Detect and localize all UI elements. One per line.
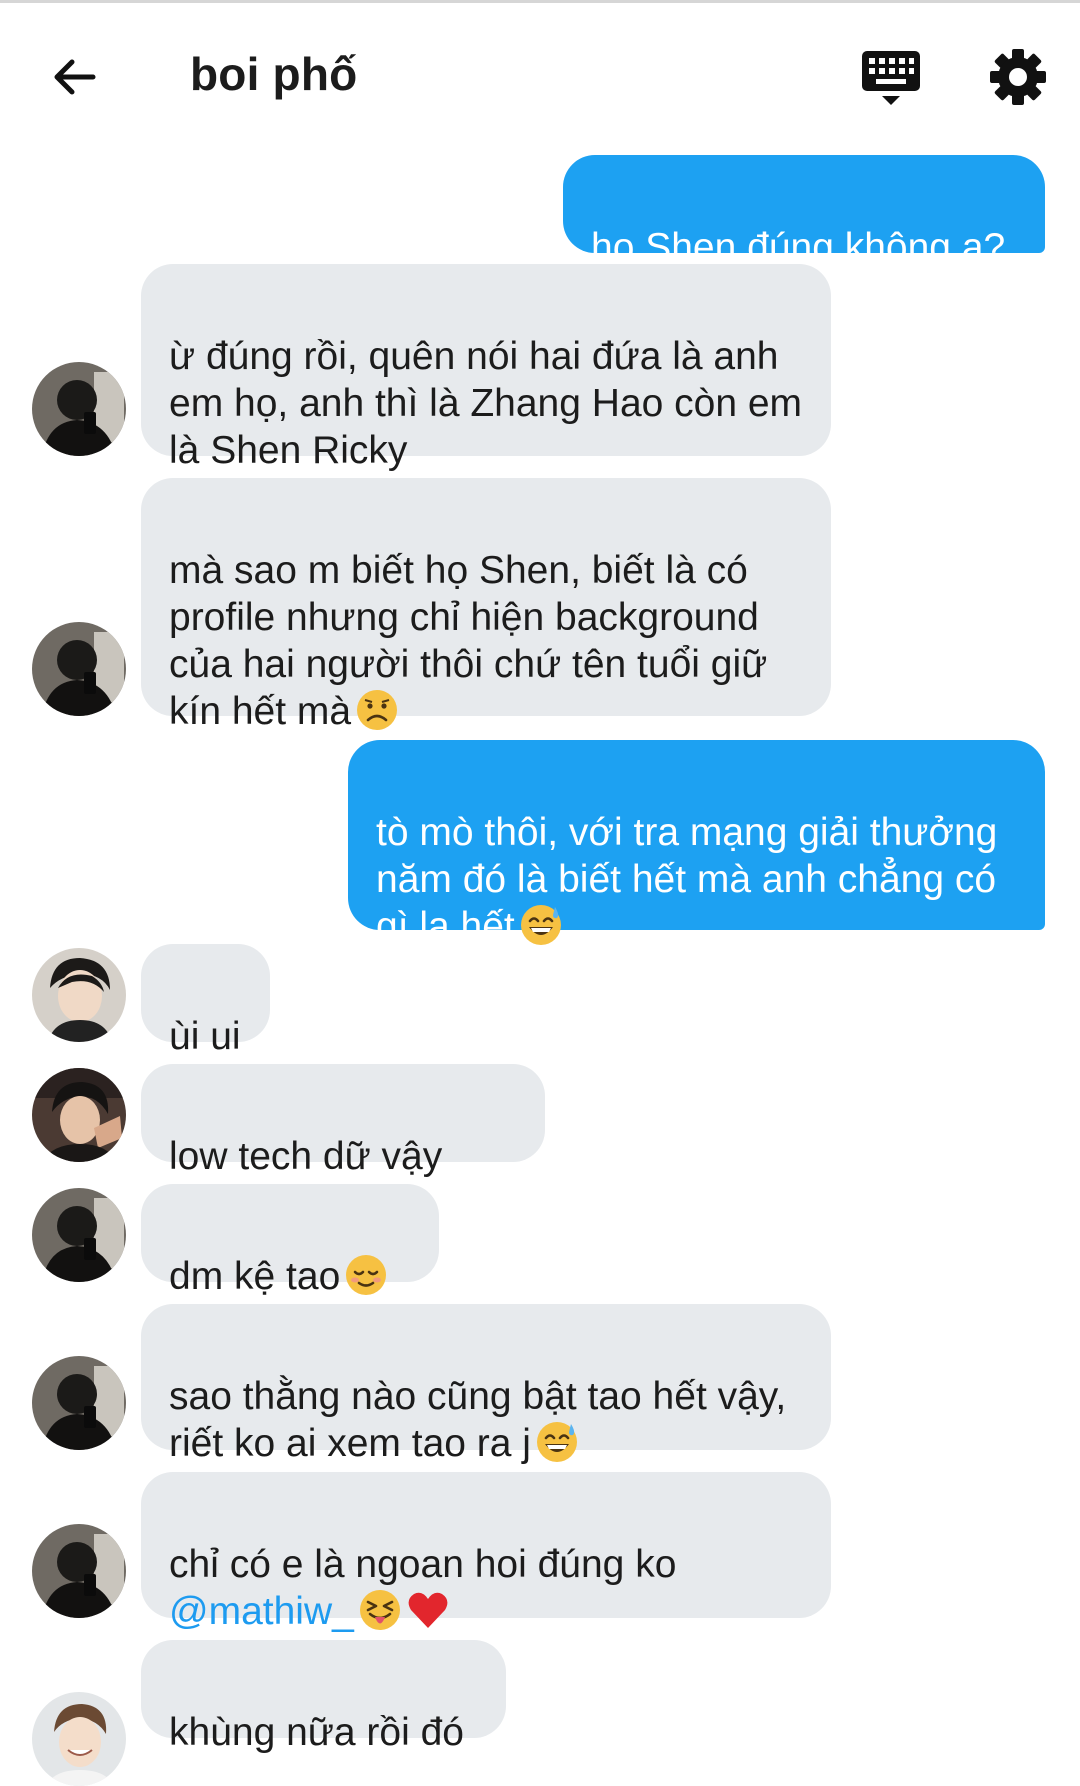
- message-text: khùng nữa rồi đó: [169, 1711, 464, 1754]
- message-text: ùi ui: [169, 1015, 241, 1058]
- incoming-message[interactable]: sao thằng nào cũng bật tao hết vậy, riết…: [141, 1304, 831, 1465]
- message-text: chỉ có e là ngoan hoi đúng ko: [169, 1543, 677, 1586]
- avatar[interactable]: [32, 948, 126, 1042]
- message-text: họ Shen đúng không ạ?: [591, 226, 1006, 269]
- outgoing-message[interactable]: tò mò thôi, với tra mạng giải thưởng năm…: [348, 740, 1045, 948]
- sweat-smile-icon: [535, 1420, 579, 1464]
- avatar[interactable]: [32, 622, 126, 716]
- tongue-wink-icon: [358, 1588, 402, 1632]
- page-title: boi phố: [190, 48, 358, 100]
- avatar[interactable]: [32, 1356, 126, 1450]
- back-button[interactable]: [44, 47, 104, 107]
- settings-button[interactable]: [988, 47, 1048, 107]
- incoming-message[interactable]: low tech dữ vậy ba?: [141, 1064, 545, 1225]
- message-text: dm kệ tao: [169, 1255, 341, 1298]
- relieved-face-icon: [344, 1253, 388, 1297]
- red-heart-icon: [406, 1588, 450, 1632]
- keyboard-button[interactable]: [860, 49, 922, 109]
- incoming-message[interactable]: ừ đúng rồi, quên nói hai đứa là anh em h…: [141, 264, 831, 472]
- message-text: ừ đúng rồi, quên nói hai đứa là anh em h…: [169, 335, 803, 472]
- incoming-message[interactable]: dm kệ tao: [141, 1184, 439, 1298]
- outgoing-message[interactable]: họ Shen đúng không ạ?: [563, 155, 1045, 269]
- user-mention-link[interactable]: @mathiw_: [169, 1590, 354, 1633]
- message-text: mà sao m biết họ Shen, biết là có profil…: [169, 549, 768, 733]
- arrow-left-icon: [54, 59, 96, 95]
- keyboard-icon: [862, 51, 920, 105]
- message-text: sao thằng nào cũng bật tao hết vậy, riết…: [169, 1375, 787, 1465]
- incoming-message[interactable]: khùng nữa rồi đó: [141, 1640, 506, 1754]
- avatar[interactable]: [32, 1068, 126, 1162]
- avatar[interactable]: [32, 1524, 126, 1618]
- sad-face-icon: [355, 688, 399, 732]
- incoming-message[interactable]: chỉ có e là ngoan hoi đúng ko @mathiw_: [141, 1472, 831, 1633]
- incoming-message[interactable]: mà sao m biết họ Shen, biết là có profil…: [141, 478, 831, 733]
- gear-icon: [990, 49, 1046, 105]
- avatar[interactable]: [32, 1692, 126, 1786]
- avatar[interactable]: [32, 1188, 126, 1282]
- chat-header: boi phố: [0, 3, 1080, 143]
- sweat-smile-icon: [519, 903, 563, 947]
- incoming-message[interactable]: ùi ui: [141, 944, 270, 1058]
- avatar[interactable]: [32, 362, 126, 456]
- message-text: tò mò thôi, với tra mạng giải thưởng năm…: [376, 811, 998, 948]
